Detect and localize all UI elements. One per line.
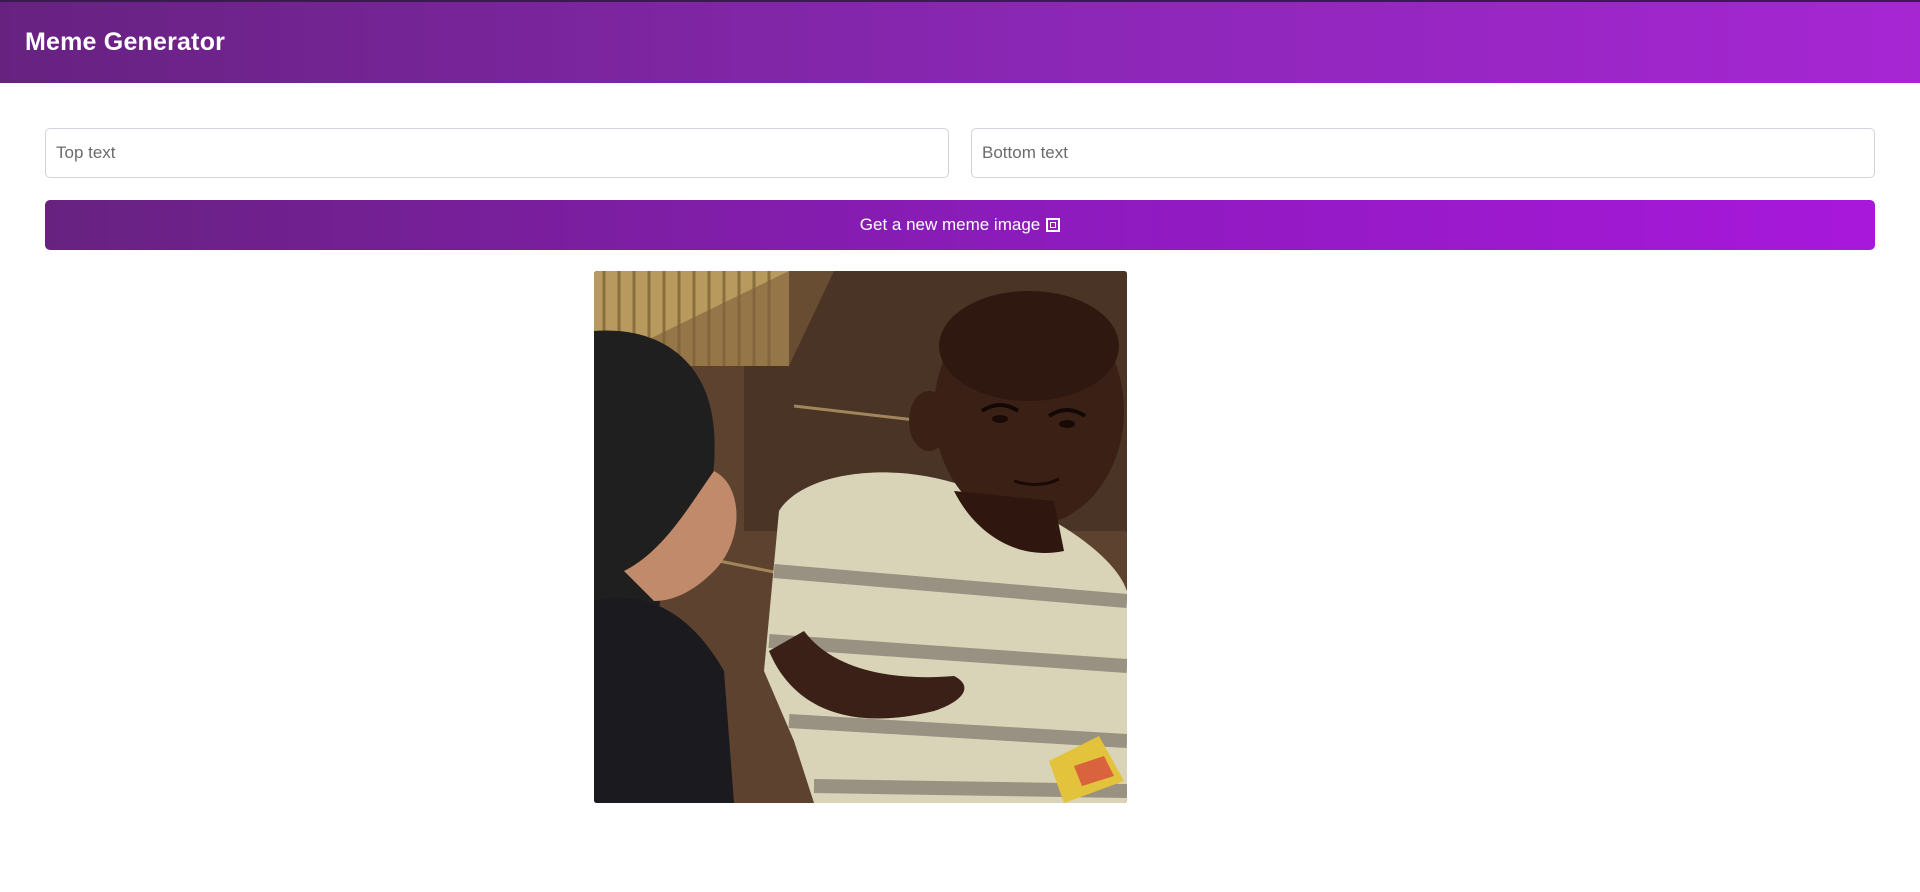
bottom-text-input[interactable]	[971, 128, 1875, 178]
meme-form: Get a new meme image	[45, 128, 1875, 250]
meme-image	[594, 271, 1127, 803]
app-title: Meme Generator	[25, 28, 226, 56]
text-inputs-row	[45, 128, 1875, 178]
meme-photo	[594, 271, 1127, 803]
top-text-input[interactable]	[45, 128, 949, 178]
get-new-image-button[interactable]: Get a new meme image	[45, 200, 1875, 250]
framed-picture-icon	[1046, 218, 1061, 232]
get-new-image-label: Get a new meme image	[859, 215, 1041, 234]
app-header: Meme Generator	[0, 0, 1920, 83]
